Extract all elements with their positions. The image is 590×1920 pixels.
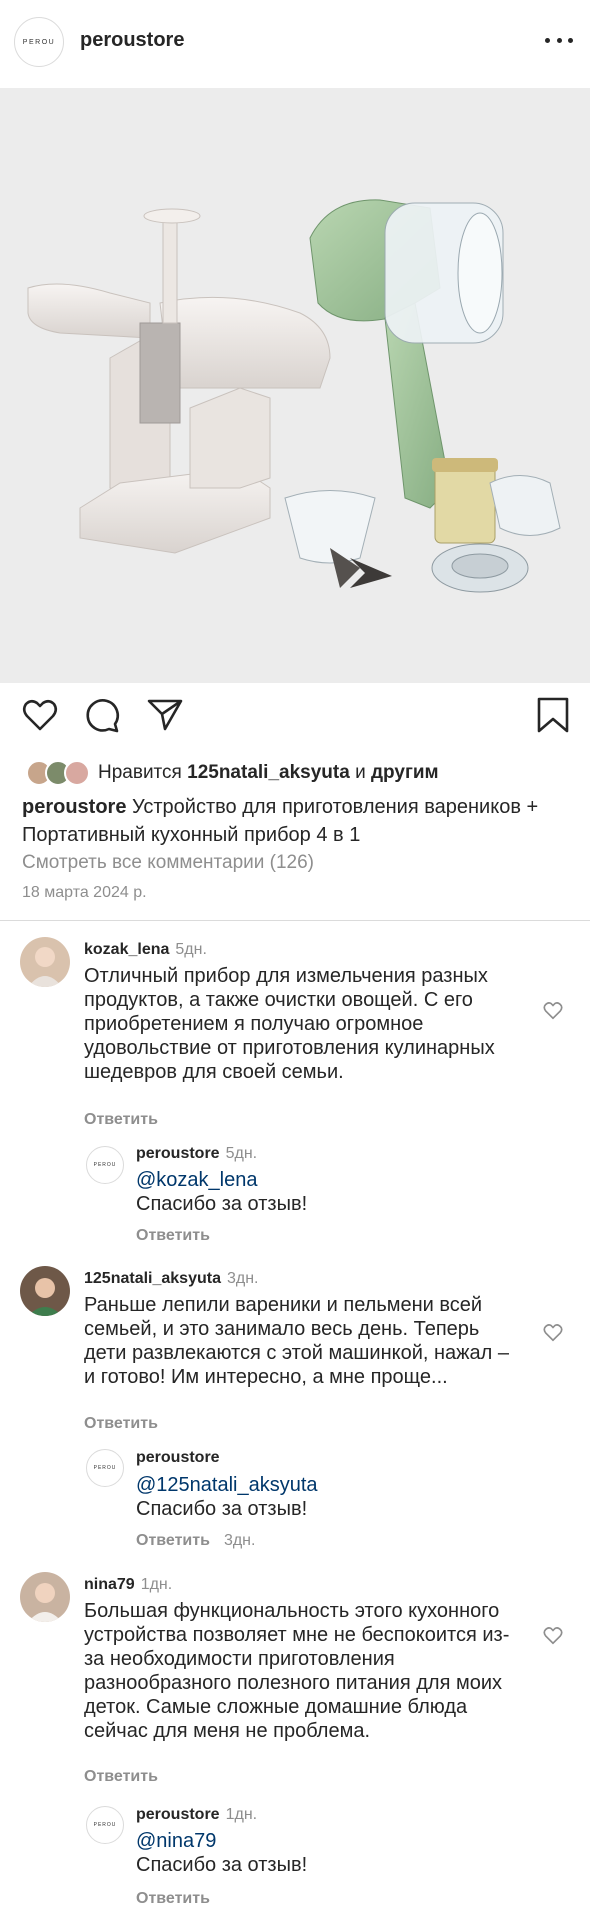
comment-time: 5дн. bbox=[175, 941, 207, 958]
comment-icon[interactable] bbox=[82, 695, 122, 735]
commenter-username[interactable]: nina79 bbox=[84, 1576, 135, 1593]
reply-mention[interactable]: @kozak_lena bbox=[136, 1169, 257, 1192]
reply-reply-button[interactable]: Ответить bbox=[136, 1227, 224, 1245]
reply-text: Спасибо за отзыв! bbox=[136, 1854, 308, 1876]
comment-like-heart-icon[interactable] bbox=[542, 1624, 564, 1646]
commenter-username[interactable]: 125natali_aksyuta bbox=[84, 1270, 221, 1287]
product-illustration bbox=[27, 199, 561, 593]
reply-button[interactable]: Ответить bbox=[84, 1111, 158, 1129]
post-actions bbox=[0, 695, 590, 745]
reply-reply-label[interactable]: Ответить bbox=[136, 1890, 210, 1907]
reply-button[interactable]: Ответить bbox=[84, 1415, 158, 1433]
comment-text: Раньше лепили вареники и пельмени всей с… bbox=[84, 1294, 510, 1388]
dumpling-maker bbox=[27, 208, 331, 554]
likes-prefix: Нравится bbox=[98, 762, 182, 783]
reply-avatar[interactable]: PEROU bbox=[86, 1146, 124, 1184]
comment-like-heart-icon[interactable] bbox=[542, 999, 564, 1021]
caption-username[interactable]: peroustore bbox=[22, 796, 126, 818]
likes-others[interactable]: другим bbox=[371, 762, 439, 784]
reply-avatar[interactable]: PEROU bbox=[86, 1806, 124, 1844]
header-username[interactable]: peroustore bbox=[80, 29, 184, 52]
comment-time: 3дн. bbox=[226, 1270, 259, 1287]
comment-text: Отличный прибор для измельчения разных п… bbox=[84, 965, 495, 1083]
bookmark-icon[interactable] bbox=[533, 695, 573, 735]
reply-reply-time: 3дн. bbox=[223, 1532, 256, 1549]
post-image[interactable] bbox=[0, 88, 590, 683]
store-avatar[interactable]: PEROU bbox=[14, 17, 64, 67]
reply-button[interactable]: Ответить bbox=[84, 1768, 158, 1786]
reply-text: Спасибо за отзыв! bbox=[136, 1498, 308, 1520]
reply-username[interactable]: peroustore bbox=[136, 1806, 220, 1823]
reply-mention[interactable]: @125natali_aksyuta bbox=[136, 1474, 318, 1497]
commenter-avatar[interactable] bbox=[20, 1572, 70, 1622]
post-header: PEROU peroustore bbox=[0, 0, 590, 86]
reply-reply-label[interactable]: Ответить bbox=[136, 1532, 210, 1549]
reply-text: Спасибо за отзыв! bbox=[136, 1193, 308, 1215]
comment-text: Большая функциональность этого кухонного… bbox=[84, 1600, 510, 1742]
likes-user[interactable]: 125natali_aksyuta bbox=[187, 762, 350, 784]
reply-time: 1дн. bbox=[225, 1806, 258, 1823]
reply-username[interactable]: peroustore bbox=[136, 1145, 220, 1162]
commenter-avatar[interactable] bbox=[20, 1266, 70, 1316]
likes-summary[interactable]: Нравится 125natali_aksyuta и другим bbox=[26, 758, 439, 788]
send-icon[interactable] bbox=[145, 695, 185, 735]
heart-icon[interactable] bbox=[20, 695, 60, 735]
post-caption: peroustore Устройство для приготовления … bbox=[22, 793, 572, 849]
comment-like-heart-icon[interactable] bbox=[542, 1321, 564, 1343]
divider bbox=[0, 920, 590, 921]
reply-username[interactable]: peroustore bbox=[136, 1449, 220, 1466]
more-horizontal-icon[interactable] bbox=[545, 38, 573, 46]
reply-mention[interactable]: @nina79 bbox=[136, 1830, 216, 1853]
view-all-comments[interactable]: Смотреть все комментарии (126) bbox=[22, 852, 314, 874]
post-date: 18 марта 2024 р. bbox=[22, 884, 147, 901]
reply-reply-button[interactable]: Ответить 3дн. bbox=[136, 1532, 255, 1550]
comment-time: 1дн. bbox=[140, 1576, 173, 1593]
commenter-username[interactable]: kozak_lena bbox=[84, 941, 169, 958]
likes-connector: и bbox=[355, 762, 366, 783]
liker-avatars bbox=[26, 760, 90, 786]
reply-reply-label[interactable]: Ответить bbox=[136, 1227, 210, 1244]
reply-reply-button[interactable]: Ответить bbox=[136, 1890, 224, 1908]
store-logo-text: PEROU bbox=[22, 38, 56, 46]
commenter-avatar[interactable] bbox=[20, 937, 70, 987]
reply-time: 5дн. bbox=[225, 1145, 258, 1162]
reply-avatar[interactable]: PEROU bbox=[86, 1449, 124, 1487]
